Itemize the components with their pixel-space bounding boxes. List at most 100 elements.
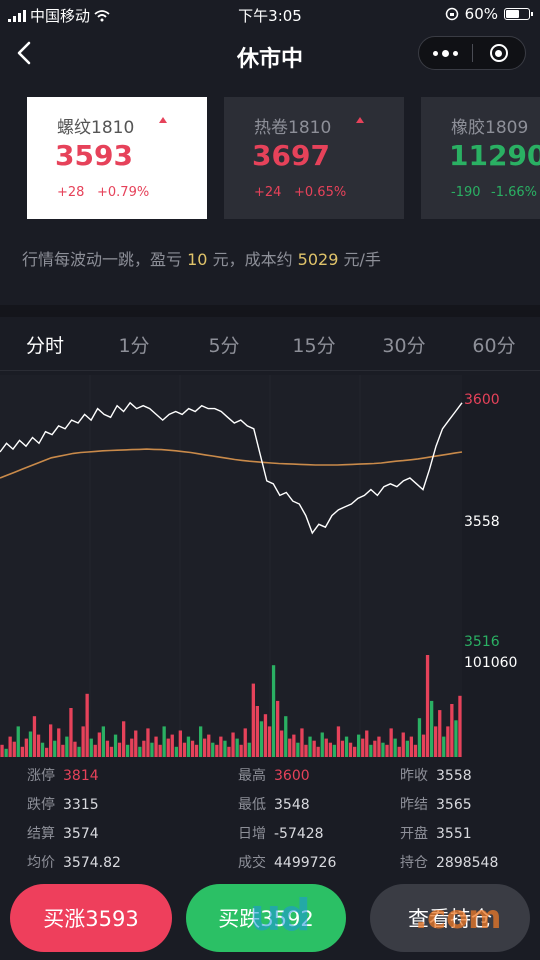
stat-limit-down: 跌停 3315 [27, 797, 99, 813]
volume-bar [409, 736, 413, 757]
volume-bar [421, 734, 426, 757]
volume-bar [40, 742, 45, 757]
volume-bar [0, 744, 4, 757]
stat-prev-close: 昨收 3558 [400, 768, 472, 784]
y-high-label: 3600 [464, 392, 500, 408]
rotation-lock-icon [445, 7, 458, 21]
y-low-label: 3516 [464, 634, 500, 650]
volume-bar [16, 726, 20, 757]
volume-bar [296, 742, 300, 757]
volume-bar [373, 740, 377, 757]
volume-bar [122, 721, 126, 757]
tab-timeshare[interactable]: 分时 [0, 331, 90, 358]
contract-price: 3593 [55, 139, 133, 172]
battery-percent: 60% [464, 5, 498, 23]
contract-name: 热卷1810 [254, 118, 332, 138]
volume-bar [413, 744, 418, 757]
volume-bar [126, 744, 130, 757]
volume-bar [377, 736, 381, 757]
volume-bar [425, 655, 430, 757]
contract-price: 11290 [449, 139, 540, 172]
watermark-domain: .com [415, 898, 502, 936]
contract-card-hot-coil[interactable]: 热卷1810 3697 +24 +0.65% [224, 97, 404, 219]
buy-long-button[interactable]: 买涨3593 [10, 884, 172, 952]
volume-bar [49, 724, 53, 757]
volume-bar [288, 738, 292, 757]
nav-bar: 休市中 [0, 28, 540, 80]
volume-bar [130, 738, 134, 757]
close-miniprogram-icon[interactable] [473, 44, 526, 62]
volume-bar [134, 730, 138, 757]
volume-bar [12, 741, 16, 757]
volume-bar [276, 700, 280, 757]
status-bar: 中国移动 下午3:05 60% [0, 0, 540, 28]
volume-bar [45, 747, 49, 757]
contract-card-rubber[interactable]: 橡胶1809 11290 -190 -1.66% [421, 97, 540, 219]
volume-bar [28, 731, 33, 757]
stat-volume: 成交 4499726 [238, 855, 337, 871]
volume-bar [53, 740, 57, 757]
intraday-chart[interactable]: 3600 3558 3516 101060 [0, 375, 540, 760]
volume-bar [292, 734, 296, 757]
volume-bar [385, 744, 389, 757]
volume-bar [138, 746, 142, 757]
volume-bar [20, 746, 24, 757]
volume-bar [401, 732, 405, 757]
contract-change: -190 [451, 185, 481, 200]
volume-bar [397, 746, 401, 757]
volume-bar [239, 744, 243, 757]
volume-bar [57, 728, 61, 757]
contract-name: 螺纹1810 [57, 118, 135, 138]
volume-bar [89, 738, 93, 757]
volume-bar [227, 746, 231, 757]
volume-bar [320, 732, 324, 757]
volume-bar [312, 740, 316, 757]
volume-bar [178, 730, 182, 757]
tab-1min[interactable]: 1分 [89, 331, 179, 358]
volume-bar [77, 746, 81, 757]
volume-bar [328, 742, 332, 757]
volume-bar [280, 730, 284, 757]
volume-bar [357, 734, 361, 757]
up-arrow-icon [356, 117, 364, 123]
more-menu-icon[interactable] [419, 49, 472, 57]
volume-bar [109, 746, 114, 757]
volume-bar [393, 738, 397, 757]
battery-icon [504, 8, 533, 20]
contract-name: 橡胶1809 [451, 118, 529, 138]
y-mid-label: 3558 [464, 514, 500, 530]
stat-settle: 结算 3574 [27, 826, 99, 842]
volume-bar [231, 732, 235, 757]
volume-bar [36, 734, 41, 757]
volume-bar [93, 744, 97, 757]
volume-bar [4, 748, 8, 757]
tab-60min[interactable]: 60分 [449, 331, 539, 358]
volume-bar [61, 744, 65, 757]
volume-bar [211, 742, 215, 757]
tab-15min[interactable]: 15分 [269, 331, 359, 358]
contract-change-pct: +0.79% [97, 185, 150, 200]
volume-bar [154, 736, 158, 757]
stat-avg-price: 均价 3574.82 [27, 855, 121, 871]
volume-bar [446, 726, 450, 757]
tab-5min[interactable]: 5分 [179, 331, 269, 358]
volume-bar [215, 744, 219, 757]
up-arrow-icon [159, 117, 167, 123]
tab-30min[interactable]: 30分 [359, 331, 449, 358]
volume-bar [207, 734, 211, 757]
volume-bar [361, 738, 365, 757]
chart-grid [0, 375, 462, 757]
volume-bar [32, 716, 37, 757]
contract-card-rebar[interactable]: 螺纹1810 3593 +28 +0.79% [27, 97, 207, 219]
volume-bar [81, 726, 85, 757]
contract-change-pct: -1.66% [491, 185, 537, 200]
volume-bar [117, 742, 122, 757]
period-tabs: 分时 1分 5分 15分 30分 60分 [0, 318, 540, 368]
volume-bar [251, 683, 255, 757]
volume-bar [438, 710, 442, 757]
volume-bar [166, 738, 170, 757]
volume-bar [369, 744, 373, 757]
volume-bar [454, 720, 458, 757]
volume-bar [190, 740, 195, 757]
volume-bar [85, 693, 89, 757]
